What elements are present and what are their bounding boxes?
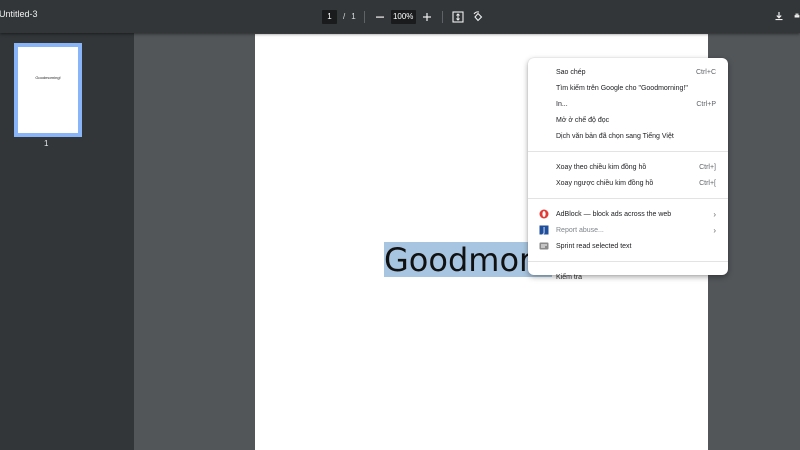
toolbar-right-controls [772, 9, 800, 23]
menu-item-label: Sprint read selected text [556, 242, 632, 250]
page-separator: / [343, 12, 346, 21]
thumbnail-sidebar: Goodmorning! 1 [0, 33, 134, 450]
zoom-out-button[interactable] [373, 10, 387, 24]
menu-separator [528, 151, 728, 152]
menu-item-rotate-counterclockwise[interactable]: Xoay ngược chiều kim đồng hồ Ctrl+[ [528, 175, 728, 191]
menu-item-label: Xoay ngược chiều kim đồng hồ [556, 179, 654, 187]
menu-item-rotate-clockwise[interactable]: Xoay theo chiều kim đồng hồ Ctrl+] [528, 159, 728, 175]
menu-item-inspect[interactable]: Kiểm tra [528, 269, 728, 285]
menu-item-label: Kiểm tra [556, 273, 583, 281]
menu-item-label: Mở ở chế độ đọc [556, 116, 610, 124]
menu-item-label: Dịch văn bản đã chọn sang Tiếng Việt [556, 132, 674, 140]
menu-item-label: Tìm kiếm trên Google cho "Goodmorning!" [556, 84, 688, 92]
menu-item-label: Sao chép [556, 68, 586, 76]
fit-to-page-button[interactable] [451, 10, 465, 24]
menu-item-label: AdBlock — block ads across the web [556, 210, 672, 218]
thumbnail-text: Goodmorning! [35, 75, 61, 80]
menu-item-reading-mode[interactable]: Mở ở chế độ đọc [528, 112, 728, 128]
plus-icon [422, 12, 431, 21]
zoom-in-button[interactable] [420, 10, 434, 24]
submenu-arrow-icon: › [713, 225, 716, 235]
minus-icon [375, 16, 384, 18]
context-menu: Sao chép Ctrl+C Tìm kiếm trên Google cho… [528, 58, 728, 281]
menu-item-label: Report abuse... [556, 226, 604, 234]
menu-item-copy[interactable]: Sao chép Ctrl+C [528, 64, 728, 80]
menu-item-search-google[interactable]: Tìm kiếm trên Google cho "Goodmorning!" [528, 80, 728, 96]
print-button[interactable] [794, 9, 800, 23]
print-icon [794, 13, 800, 18]
rotate-button[interactable] [471, 10, 485, 24]
pdf-toolbar: Untitled-3 1 / 1 100% [0, 0, 800, 33]
document-title: Untitled-3 [0, 9, 38, 19]
page-number-input[interactable]: 1 [322, 9, 337, 24]
menu-item-shortcut: Ctrl+[ [699, 179, 716, 187]
menu-item-report-abuse[interactable]: J Report abuse... › [528, 222, 728, 238]
submenu-arrow-icon: › [713, 209, 716, 219]
page-zoom-controls: 1 / 1 100% [322, 8, 485, 25]
menu-item-label: In... [556, 100, 568, 108]
page-total: 1 [351, 12, 356, 21]
menu-separator [528, 261, 728, 262]
zoom-level-input[interactable]: 100% [390, 9, 416, 24]
report-j-icon: J [539, 225, 549, 235]
download-icon [775, 12, 783, 21]
download-button[interactable] [772, 9, 786, 23]
svg-text:J: J [542, 226, 545, 235]
menu-item-sprint-read[interactable]: Sprint read selected text [528, 238, 728, 254]
menu-item-print[interactable]: In... Ctrl+P [528, 96, 728, 112]
menu-separator [528, 198, 728, 199]
sprint-reader-icon [539, 242, 549, 250]
menu-item-translate[interactable]: Dịch văn bản đã chọn sang Tiếng Việt [528, 128, 728, 144]
menu-item-shortcut: Ctrl+P [696, 100, 716, 108]
menu-item-shortcut: Ctrl+] [699, 163, 716, 171]
page-thumbnail[interactable]: Goodmorning! [14, 43, 82, 137]
fit-page-icon [452, 10, 464, 23]
thumbnail-page-number: 1 [44, 139, 49, 148]
selected-text[interactable]: Goodmorn [384, 242, 552, 278]
menu-item-adblock[interactable]: AdBlock — block ads across the web › [528, 206, 728, 222]
toolbar-divider [363, 10, 365, 23]
adblock-icon [539, 209, 549, 219]
toolbar-divider [441, 10, 443, 23]
rotate-icon [473, 10, 482, 21]
menu-item-shortcut: Ctrl+C [695, 68, 716, 76]
menu-item-label: Xoay theo chiều kim đồng hồ [556, 163, 647, 171]
